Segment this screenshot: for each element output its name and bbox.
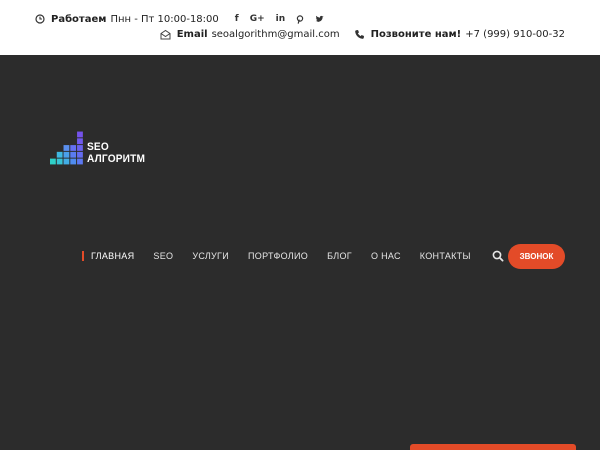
logo-line-2: АЛГОРИТМ bbox=[86, 153, 145, 165]
logo-bars-icon bbox=[50, 131, 83, 165]
call-button[interactable]: ЗВОНОК bbox=[508, 244, 565, 269]
hours-value: Пнн - Пт 10:00-18:00 bbox=[110, 13, 219, 25]
social-links: f G+ in bbox=[235, 12, 335, 26]
top-info-bar: Работаем Пнн - Пт 10:00-18:00 f G+ in Em… bbox=[0, 0, 600, 55]
nav-item-services[interactable]: УСЛУГИ bbox=[192, 251, 229, 261]
hours-and-socials: Работаем Пнн - Пт 10:00-18:00 f G+ in bbox=[35, 12, 335, 26]
logo-wordmark: SEO АЛГОРИТМ bbox=[87, 141, 145, 165]
phone-link[interactable]: +7 (999) 910-00-32 bbox=[465, 29, 565, 40]
linkedin-icon[interactable]: in bbox=[276, 12, 286, 26]
nav-item-portfolio[interactable]: ПОРТФОЛИО bbox=[248, 251, 308, 261]
clock-icon bbox=[35, 14, 45, 24]
nav-item-about[interactable]: О НАС bbox=[371, 251, 401, 261]
nav-item-home[interactable]: ГЛАВНАЯ bbox=[82, 251, 134, 261]
site-logo[interactable]: SEO АЛГОРИТМ bbox=[50, 125, 150, 165]
phone-icon bbox=[354, 29, 364, 39]
nav-item-blog[interactable]: БЛОГ bbox=[327, 251, 352, 261]
email-label: Email bbox=[176, 28, 208, 40]
nav-item-seo[interactable]: SEO bbox=[153, 251, 173, 261]
phone-label: Позвоните нам! bbox=[370, 28, 462, 40]
search-icon[interactable] bbox=[491, 249, 505, 263]
accent-bar bbox=[410, 444, 576, 450]
logo-line-1: SEO bbox=[86, 141, 109, 153]
envelope-icon bbox=[160, 29, 171, 39]
site-header: SEO АЛГОРИТМ ГЛАВНАЯ SEO УСЛУГИ ПОРТФОЛИ… bbox=[0, 55, 600, 450]
google-plus-icon[interactable]: G+ bbox=[250, 12, 265, 26]
nav-item-contacts[interactable]: КОНТАКТЫ bbox=[420, 251, 471, 261]
twitter-icon[interactable] bbox=[315, 15, 324, 23]
contact-info: Email seoalgorithm@gmail.com Позвоните н… bbox=[160, 27, 565, 41]
main-nav: ГЛАВНАЯ SEO УСЛУГИ ПОРТФОЛИО БЛОГ О НАС … bbox=[82, 246, 505, 266]
email-link[interactable]: seoalgorithm@gmail.com bbox=[212, 29, 340, 40]
pinterest-icon[interactable] bbox=[296, 14, 304, 24]
facebook-icon[interactable]: f bbox=[235, 12, 239, 26]
hours-label: Работаем bbox=[51, 13, 107, 25]
